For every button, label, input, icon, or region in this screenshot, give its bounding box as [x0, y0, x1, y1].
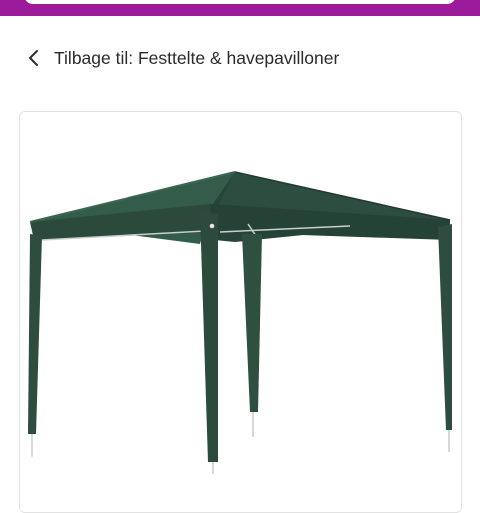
leg-left — [28, 234, 42, 434]
top-app-bar — [0, 0, 480, 16]
leg-front — [200, 212, 218, 462]
leg-back — [242, 234, 262, 412]
search-bar[interactable] — [24, 0, 456, 4]
back-link[interactable]: Tilbage til: Festtelte & havepavilloner — [0, 36, 351, 80]
leg-right — [438, 224, 452, 430]
product-image — [28, 171, 452, 474]
product-image-card[interactable] — [19, 111, 462, 513]
breadcrumb-row: Tilbage til: Festtelte & havepavilloner — [0, 36, 480, 80]
back-link-label[interactable]: Tilbage til: Festtelte & havepavilloner — [54, 48, 339, 69]
chevron-left-icon[interactable] — [24, 48, 44, 68]
